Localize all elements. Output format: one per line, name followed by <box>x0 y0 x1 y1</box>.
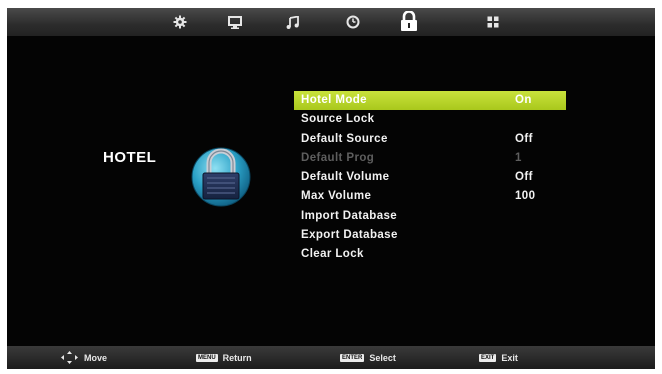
menu-item-value: 1 <box>515 151 522 164</box>
menu-item-label: Max Volume <box>301 190 372 203</box>
hint-return: MENU Return <box>196 346 252 369</box>
menu-item-label: Default Prog <box>301 151 375 164</box>
menu-item-value: Off <box>515 132 533 145</box>
menu-item-label: Clear Lock <box>301 248 364 261</box>
picture-settings-icon <box>173 15 187 29</box>
menu-item-default-volume[interactable]: Default Volume Off <box>294 168 566 187</box>
grid-icon <box>487 16 499 28</box>
footer-hints: Move MENU Return ENTER Select EXIT Exit <box>7 346 655 369</box>
menu-item-source-lock[interactable]: Source Lock <box>294 110 566 129</box>
hotel-menu: Hotel Mode On Source Lock Default Source… <box>294 91 566 265</box>
hint-exit-label: Exit <box>501 352 518 363</box>
menu-item-label: Source Lock <box>301 113 375 126</box>
music-note-icon <box>286 15 299 29</box>
monitor-icon <box>228 15 242 29</box>
menu-key-badge: MENU <box>196 353 218 362</box>
tab-picture[interactable] <box>169 12 191 32</box>
hint-return-label: Return <box>222 352 252 363</box>
enter-key-badge: ENTER <box>340 353 365 362</box>
menu-item-label: Import Database <box>301 209 398 222</box>
menu-item-value: Off <box>515 171 533 184</box>
menu-item-import-database[interactable]: Import Database <box>294 207 566 226</box>
menu-item-export-database[interactable]: Export Database <box>294 226 566 245</box>
menu-item-value: On <box>515 94 532 106</box>
tab-sound[interactable] <box>281 12 303 32</box>
dpad-arrows-icon <box>61 351 78 364</box>
clock-icon <box>346 15 360 29</box>
padlock-badge-icon <box>191 147 251 207</box>
exit-key-badge: EXIT <box>479 353 497 362</box>
hint-move: Move <box>61 346 107 369</box>
menu-item-label: Default Source <box>301 132 388 145</box>
menu-item-label: Export Database <box>301 229 398 242</box>
menu-item-default-source[interactable]: Default Source Off <box>294 130 566 149</box>
menu-item-value: 100 <box>515 190 536 203</box>
hint-select: ENTER Select <box>340 346 396 369</box>
tv-screen: HOTEL Hotel Mode On Source Lock Default … <box>7 8 655 369</box>
hint-move-label: Move <box>84 352 108 363</box>
hint-select-label: Select <box>369 352 396 363</box>
menu-item-default-prog: Default Prog 1 <box>294 149 566 168</box>
menu-item-hotel-mode[interactable]: Hotel Mode On <box>294 91 566 111</box>
tab-setup[interactable] <box>482 12 504 32</box>
tab-time[interactable] <box>342 12 364 32</box>
menu-item-clear-lock[interactable]: Clear Lock <box>294 245 566 264</box>
menu-item-label: Default Volume <box>301 171 390 184</box>
padlock-icon <box>401 11 417 31</box>
hint-exit: EXIT Exit <box>479 346 518 369</box>
section-title: HOTEL <box>103 149 157 166</box>
menu-item-label: Hotel Mode <box>301 94 367 106</box>
menu-item-max-volume[interactable]: Max Volume 100 <box>294 187 566 206</box>
tab-channel[interactable] <box>224 12 246 32</box>
tab-lock[interactable] <box>397 10 421 33</box>
menu-tab-bar <box>7 8 655 36</box>
